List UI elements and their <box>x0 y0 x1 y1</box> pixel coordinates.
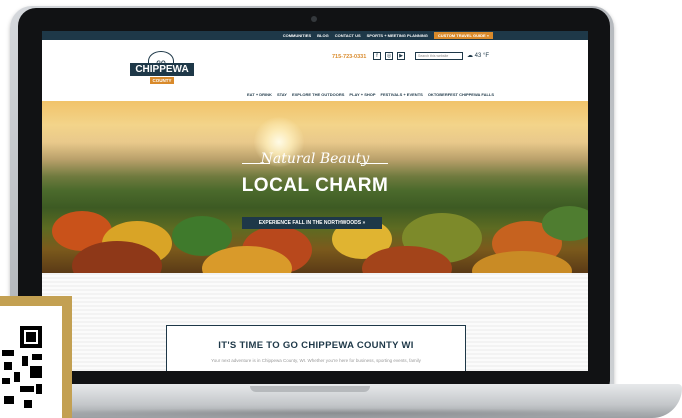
cloud-icon: ☁ <box>467 53 473 59</box>
webcam <box>311 16 317 22</box>
laptop-shadow <box>10 408 660 418</box>
qr-module <box>2 350 14 356</box>
intro-title: IT'S TIME TO GO CHIPPEWA COUNTY WI <box>218 340 414 351</box>
instagram-icon[interactable]: ◎ <box>385 52 393 60</box>
phone-number[interactable]: 715-723-0331 <box>332 54 366 60</box>
site-header: GO CHIPPEWA COUNTY 715-723-0331 f ◎ ▶ Se… <box>42 40 588 101</box>
foliage <box>542 206 588 241</box>
custom-travel-guide-button[interactable]: CUSTOM TRAVEL GUIDE » <box>433 32 493 39</box>
laptop-base-notch <box>250 386 370 392</box>
qr-module <box>4 396 14 404</box>
intro-text: Your next adventure is in Chippewa Count… <box>211 358 421 363</box>
qr-module <box>24 400 32 408</box>
utility-link-contact[interactable]: CONTACT US <box>335 33 361 38</box>
qr-module <box>14 372 20 382</box>
qr-module <box>36 384 42 394</box>
intro-section: IT'S TIME TO GO CHIPPEWA COUNTY WI Your … <box>42 273 588 371</box>
youtube-icon[interactable]: ▶ <box>397 52 405 60</box>
utility-bar: COMMUNITIES BLOG CONTACT US SPORTS + MEE… <box>42 31 588 40</box>
weather-temp: 43 °F <box>474 53 490 59</box>
qr-code <box>0 306 62 418</box>
utility-link-sports-meeting[interactable]: SPORTS + MEETING PLANNING <box>367 33 428 38</box>
search-input[interactable]: Search this website <box>415 52 463 60</box>
qr-module <box>2 378 10 384</box>
intro-card: IT'S TIME TO GO CHIPPEWA COUNTY WI Your … <box>166 325 466 371</box>
qr-module <box>22 356 28 366</box>
logo-name-text: CHIPPEWA <box>130 63 194 76</box>
qr-code-frame <box>0 296 72 418</box>
utility-link-blog[interactable]: BLOG <box>317 33 329 38</box>
utility-link-communities[interactable]: COMMUNITIES <box>283 33 311 38</box>
nav-item-eat-drink[interactable]: EAT + DRINK <box>247 92 272 97</box>
qr-module <box>20 386 34 392</box>
site-logo[interactable]: GO CHIPPEWA COUNTY <box>130 51 194 87</box>
hero-title: LOCAL CHARM <box>241 175 389 196</box>
qr-module <box>4 362 12 370</box>
logo-county-text: COUNTY <box>150 77 174 84</box>
facebook-icon[interactable]: f <box>373 52 381 60</box>
hero-script-text: Natural Beauty <box>260 151 370 167</box>
weather-widget: ☁ 43 °F <box>467 52 489 59</box>
qr-finder-center <box>26 332 36 342</box>
nav-item-explore-outdoors[interactable]: EXPLORE THE OUTDOORS <box>292 92 344 97</box>
hero-banner: Natural Beauty LOCAL CHARM EXPERIENCE FA… <box>42 101 588 273</box>
qr-module <box>32 354 42 360</box>
nav-item-play-shop[interactable]: PLAY + SHOP <box>349 92 375 97</box>
main-nav: EAT + DRINK STAY EXPLORE THE OUTDOORS PL… <box>247 92 494 97</box>
experience-fall-button[interactable]: EXPERIENCE FALL IN THE NORTHWOODS » <box>242 217 382 229</box>
nav-item-festivals-events[interactable]: FESTIVALS + EVENTS <box>381 92 423 97</box>
website-screen: COMMUNITIES BLOG CONTACT US SPORTS + MEE… <box>42 31 588 371</box>
nav-item-oktoberfest[interactable]: OKTOBERFEST CHIPPEWA FALLS <box>428 92 494 97</box>
qr-module <box>30 366 42 378</box>
nav-item-stay[interactable]: STAY <box>277 92 287 97</box>
